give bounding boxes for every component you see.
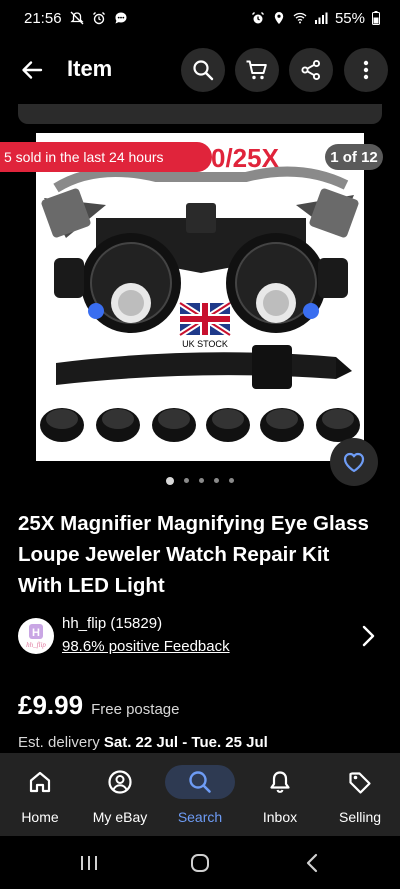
top-app-bar: Item bbox=[0, 44, 400, 96]
share-button[interactable] bbox=[289, 48, 333, 92]
share-icon bbox=[301, 59, 321, 81]
estimated-delivery: Est. delivery Sat. 22 Jul - Tue. 25 Jul bbox=[18, 734, 268, 751]
carousel-dot[interactable] bbox=[184, 478, 189, 483]
location-icon bbox=[274, 12, 284, 24]
notifications-off-icon bbox=[69, 11, 84, 25]
carousel-dot[interactable] bbox=[199, 478, 204, 483]
nav-label: Home bbox=[21, 809, 59, 825]
delivery-label: Est. delivery bbox=[18, 734, 100, 751]
battery-percent: 55% bbox=[334, 9, 365, 27]
carousel-dot[interactable] bbox=[166, 477, 174, 485]
more-vertical-icon bbox=[363, 60, 369, 80]
wifi-icon bbox=[293, 12, 307, 24]
price-row: £9.99 Free postage bbox=[18, 690, 179, 721]
carousel-dot[interactable] bbox=[214, 478, 219, 483]
nav-selling[interactable]: Selling bbox=[320, 753, 400, 836]
alarm-set-icon bbox=[251, 12, 264, 24]
item-title: 25X Magnifier Magnifying Eye Glass Loupe… bbox=[18, 512, 369, 597]
postage-info: Free postage bbox=[91, 701, 180, 718]
bottom-navigation: Home My eBay Search Inbox Selling bbox=[0, 753, 400, 836]
search-icon bbox=[193, 60, 214, 81]
back-nav-icon[interactable] bbox=[302, 852, 324, 874]
heart-icon bbox=[343, 452, 365, 473]
back-button[interactable] bbox=[14, 52, 50, 88]
loupe-lenses bbox=[40, 408, 360, 442]
message-icon bbox=[115, 12, 127, 24]
search-button[interactable] bbox=[181, 48, 225, 92]
carousel-indicator bbox=[0, 477, 400, 485]
magnifier-glasses-image: 0/25X UK STOCK bbox=[40, 143, 360, 442]
bell-icon bbox=[270, 771, 290, 793]
system-navigation-bar bbox=[0, 836, 400, 889]
chevron-right-icon[interactable] bbox=[358, 624, 378, 648]
cart-icon bbox=[246, 60, 267, 80]
nav-label: Search bbox=[177, 809, 223, 825]
nav-search[interactable]: Search bbox=[160, 753, 240, 836]
more-options-button[interactable] bbox=[344, 48, 388, 92]
uk-stock-label: UK STOCK bbox=[182, 339, 228, 349]
delivery-dates: Sat. 22 Jul - Tue. 25 Jul bbox=[103, 734, 268, 751]
battery-icon bbox=[372, 11, 380, 25]
seller-info-row[interactable]: H hh_flip hh_flip (15829) 98.6% positive… bbox=[18, 614, 382, 658]
seller-avatar: H hh_flip bbox=[18, 618, 54, 654]
status-time: 21:56 bbox=[24, 9, 62, 27]
seller-feedback-link[interactable]: 98.6% positive Feedback bbox=[62, 638, 230, 655]
product-image[interactable]: 0/25X UK STOCK bbox=[36, 133, 364, 461]
alarm-icon bbox=[92, 12, 105, 25]
recent-apps-icon[interactable] bbox=[78, 852, 100, 874]
tag-icon bbox=[349, 772, 371, 794]
cart-button[interactable] bbox=[235, 48, 279, 92]
nav-label: My eBay bbox=[92, 809, 148, 825]
person-icon bbox=[108, 770, 132, 794]
svg-text:H: H bbox=[32, 627, 40, 639]
sold-count-banner: 5 sold in the last 24 hours bbox=[0, 142, 212, 172]
nav-my-ebay[interactable]: My eBay bbox=[80, 753, 160, 836]
nav-label: Inbox bbox=[262, 809, 298, 825]
seller-logo: H hh_flip bbox=[26, 624, 46, 649]
sold-count-text: 5 sold in the last 24 hours bbox=[4, 149, 164, 165]
nav-home[interactable]: Home bbox=[0, 753, 80, 836]
home-button-icon[interactable] bbox=[189, 852, 211, 874]
svg-text:hh_flip: hh_flip bbox=[26, 641, 46, 649]
uk-flag-icon bbox=[178, 300, 232, 338]
search-icon bbox=[189, 771, 211, 793]
nav-label: Selling bbox=[338, 809, 382, 825]
page-title: Item bbox=[67, 56, 113, 81]
carousel-dot[interactable] bbox=[229, 478, 234, 483]
seller-name[interactable]: hh_flip (15829) bbox=[62, 615, 162, 632]
signal-icon bbox=[314, 12, 328, 24]
nav-inbox[interactable]: Inbox bbox=[240, 753, 320, 836]
top-divider-strip bbox=[18, 104, 382, 124]
arrow-back-icon bbox=[22, 61, 43, 79]
item-price: £9.99 bbox=[18, 690, 84, 720]
home-icon bbox=[29, 771, 51, 793]
status-bar: 21:56 55% bbox=[0, 0, 400, 36]
image-counter: 1 of 12 bbox=[325, 144, 383, 170]
